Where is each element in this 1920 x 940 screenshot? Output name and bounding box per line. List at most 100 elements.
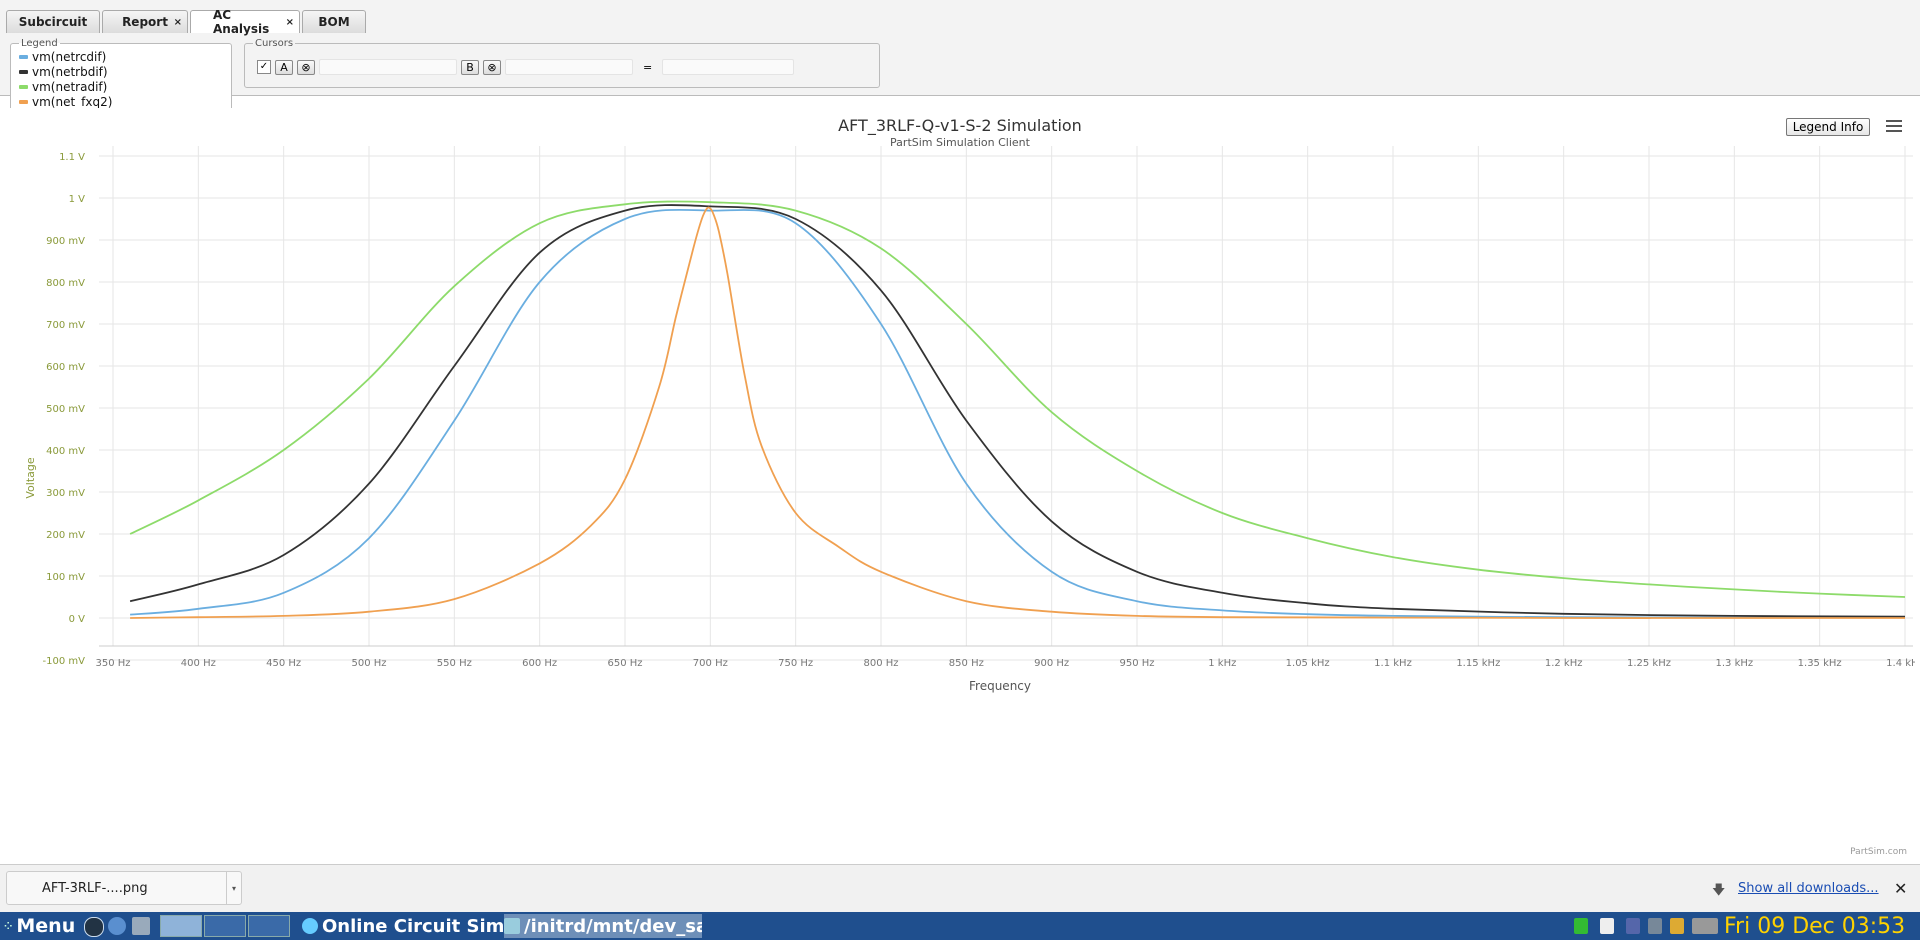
legend-info-button[interactable]: Legend Info bbox=[1786, 118, 1870, 136]
x-tick-label: 650 Hz bbox=[607, 658, 642, 669]
series-swatch bbox=[19, 54, 28, 59]
x-terminal-icon[interactable] bbox=[84, 917, 104, 937]
tab-subcircuit[interactable]: Subcircuit bbox=[6, 10, 100, 33]
y-axis-label: Voltage bbox=[24, 457, 37, 498]
cursor-b-value bbox=[505, 59, 633, 75]
chart-credit[interactable]: PartSim.com bbox=[1850, 847, 1907, 857]
start-menu-button[interactable]: ⁘ Menu bbox=[4, 914, 75, 938]
y-tick-label: 600 mV bbox=[46, 362, 85, 373]
cursor-b-button[interactable]: B bbox=[461, 59, 479, 75]
y-tick-label: 300 mV bbox=[46, 488, 85, 499]
tab-label: BOM bbox=[318, 15, 350, 29]
series-line bbox=[129, 200, 1906, 598]
cursors-panel: Cursors ✓ A ⊗ B ⊗ = bbox=[244, 38, 880, 88]
menu-icon: ⁘ bbox=[4, 920, 13, 932]
p-app-icon[interactable] bbox=[1600, 918, 1614, 934]
network-icon[interactable] bbox=[1648, 918, 1662, 934]
x-tick-label: 850 Hz bbox=[949, 658, 984, 669]
show-all-downloads-link[interactable]: Show all downloads... bbox=[1738, 881, 1879, 896]
cursor-controls: ✓ A ⊗ B ⊗ = bbox=[257, 59, 795, 75]
download-file-name: AFT-3RLF-....png bbox=[42, 880, 148, 896]
tab-label: Report bbox=[122, 15, 168, 29]
x-tick-label: 750 Hz bbox=[778, 658, 813, 669]
y-tick-label: 800 mV bbox=[46, 278, 85, 289]
globe-icon[interactable] bbox=[108, 917, 126, 935]
chart-series bbox=[129, 200, 1906, 619]
cursor-a-value bbox=[319, 59, 457, 75]
x-tick-label: 550 Hz bbox=[437, 658, 472, 669]
cursor-delta-value bbox=[662, 59, 795, 75]
y-tick-label: 400 mV bbox=[46, 446, 85, 457]
legend-item[interactable]: vm(netrcdif) bbox=[19, 49, 231, 64]
x-tick-label: 500 Hz bbox=[351, 658, 386, 669]
workspace-1[interactable] bbox=[160, 915, 202, 937]
cursor-equals-sign: = bbox=[643, 60, 653, 74]
series-swatch bbox=[19, 69, 28, 74]
drive-icon[interactable] bbox=[1670, 918, 1684, 934]
x-tick-label: 950 Hz bbox=[1119, 658, 1154, 669]
series-line bbox=[130, 206, 1905, 619]
chart-title: AFT_3RLF-Q-v1-S-2 Simulation bbox=[838, 116, 1082, 136]
series-line bbox=[130, 208, 1906, 619]
cursor-a-button[interactable]: A bbox=[275, 59, 293, 75]
y-tick-label: 900 mV bbox=[46, 236, 85, 247]
workspace-2[interactable] bbox=[204, 915, 246, 937]
x-tick-label: 900 Hz bbox=[1034, 658, 1069, 669]
taskbar-task-files[interactable]: /initrd/mnt/dev_sa bbox=[504, 914, 702, 938]
chart-area: 350 Hz 400 Hz 450 Hz 500 Hz 550 Hz 600 Hz 650 … bbox=[5, 108, 1920, 860]
series-swatch bbox=[19, 84, 28, 89]
clear-a-icon[interactable]: ⊗ bbox=[297, 59, 315, 75]
tab-label: Subcircuit bbox=[18, 15, 88, 29]
x-tick-label: 400 Hz bbox=[181, 658, 216, 669]
task-label: Online Circuit Sim bbox=[322, 915, 504, 937]
y-tick-label: 700 mV bbox=[46, 320, 85, 331]
y-tick-label: 1.1 V bbox=[59, 152, 85, 163]
legend-item[interactable]: vm(netradif) bbox=[19, 79, 231, 94]
series-swatch bbox=[19, 99, 28, 104]
y-tick-label: 0 V bbox=[69, 614, 86, 625]
tab-bom[interactable]: BOM bbox=[302, 10, 366, 33]
tab-ac-analysis[interactable]: AC Analysis × bbox=[190, 8, 300, 36]
chevron-down-icon[interactable]: ▾ bbox=[226, 871, 241, 905]
clear-b-icon[interactable]: ⊗ bbox=[483, 59, 501, 75]
chart-menu-icon[interactable] bbox=[1886, 120, 1902, 134]
download-item[interactable]: AFT-3RLF-....png ▾ bbox=[6, 871, 242, 905]
x-tick-label: 1.4 kHz bbox=[1886, 658, 1915, 669]
folder-icon bbox=[504, 918, 520, 934]
top-toolbar: Subcircuit Report × AC Analysis × BOM Lege… bbox=[0, 0, 1920, 134]
y-tick-label: -100 mV bbox=[43, 656, 86, 667]
tab-report[interactable]: Report × bbox=[102, 10, 188, 33]
cursor-enable-checkbox[interactable]: ✓ bbox=[257, 60, 271, 74]
shield-icon[interactable] bbox=[1574, 918, 1588, 934]
downloads-bar: AFT-3RLF-....png ▾ 🡇 Show all downloads.… bbox=[0, 864, 1920, 913]
taskbar-task-browser[interactable]: Online Circuit Sim bbox=[302, 914, 504, 938]
x-tick-label: 1.05 kHz bbox=[1286, 658, 1330, 669]
x-tick-label: 1.35 kHz bbox=[1798, 658, 1842, 669]
legend-item[interactable]: vm(net_fxq2) bbox=[19, 94, 231, 109]
x-tick-label: 1.2 kHz bbox=[1545, 658, 1583, 669]
menu-label: Menu bbox=[16, 915, 76, 937]
chart-grid bbox=[99, 146, 1913, 661]
browser-icon bbox=[302, 918, 318, 934]
clock: Fri 09 Dec 03:53 bbox=[1724, 914, 1906, 939]
x-tick-label: 700 Hz bbox=[693, 658, 728, 669]
battery-icon[interactable] bbox=[1692, 918, 1718, 934]
monitor-icon[interactable] bbox=[132, 917, 150, 935]
task-label: /initrd/mnt/dev_sa bbox=[524, 915, 702, 937]
x-axis-label: Frequency bbox=[969, 679, 1031, 693]
tab-label: AC Analysis bbox=[213, 8, 270, 36]
close-icon[interactable]: × bbox=[286, 17, 294, 28]
y-tick-label: 1 V bbox=[69, 194, 86, 205]
y-tick-label: 200 mV bbox=[46, 530, 85, 541]
x-tick-label: 600 Hz bbox=[522, 658, 557, 669]
legend-item[interactable]: vm(netrbdif) bbox=[19, 64, 231, 79]
volume-icon[interactable] bbox=[1626, 918, 1640, 934]
close-icon[interactable]: ✕ bbox=[1894, 879, 1907, 898]
x-tick-label: 450 Hz bbox=[266, 658, 301, 669]
close-icon[interactable]: × bbox=[174, 17, 182, 28]
workspace-3[interactable] bbox=[248, 915, 290, 937]
x-tick-label: 800 Hz bbox=[863, 658, 898, 669]
download-icon: 🡇 bbox=[1712, 883, 1726, 898]
x-tick-label: 1.25 kHz bbox=[1627, 658, 1671, 669]
ac-analysis-chart: 350 Hz 400 Hz 450 Hz 500 Hz 550 Hz 600 Hz 650 … bbox=[24, 116, 1920, 857]
